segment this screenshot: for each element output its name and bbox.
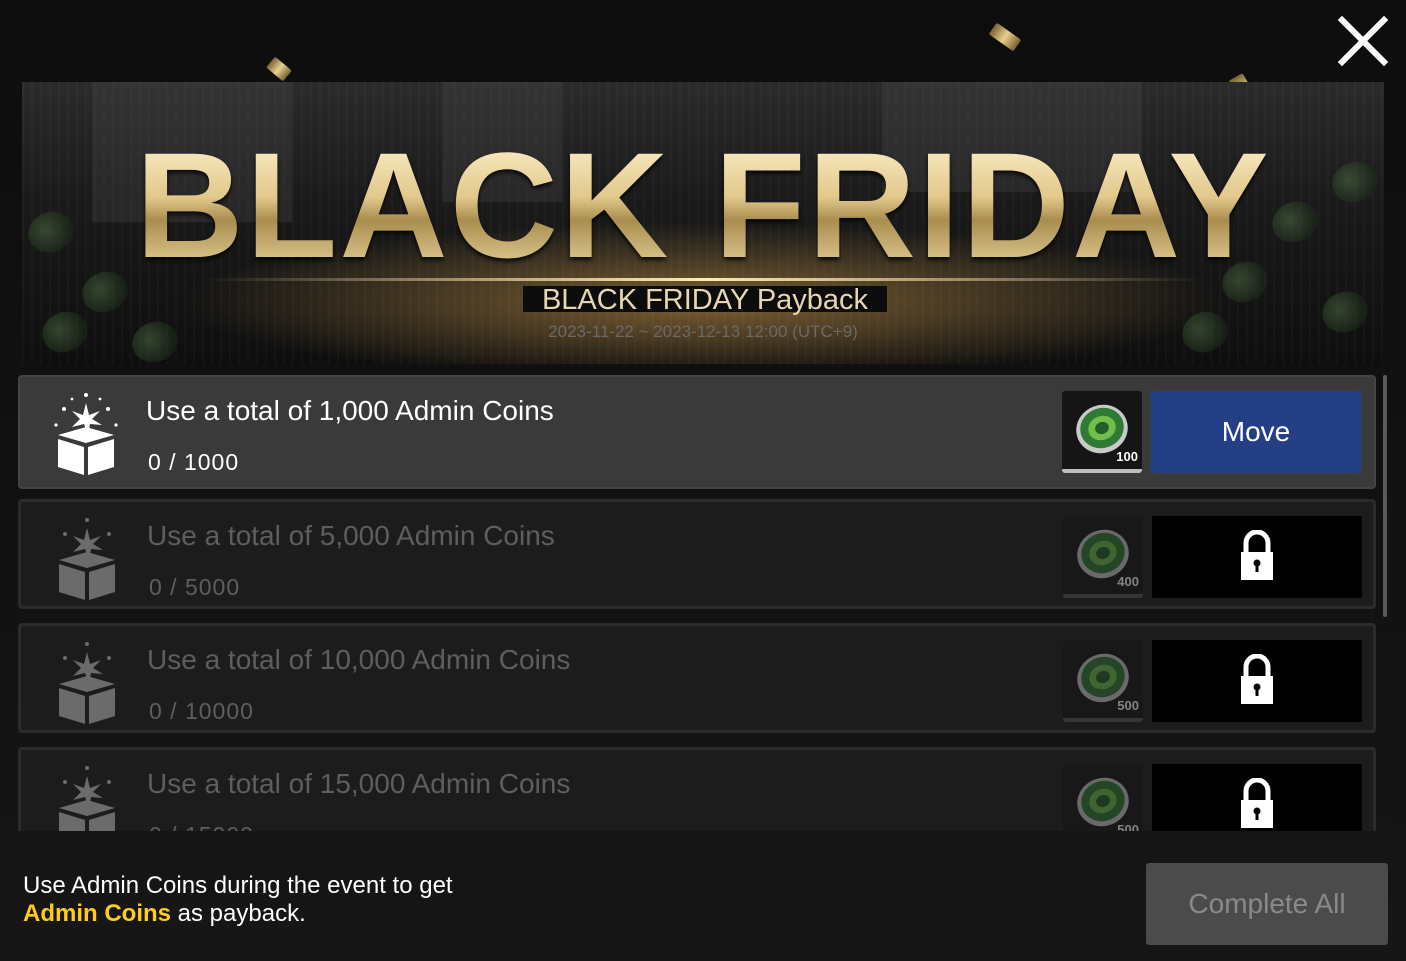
reward-item[interactable]: 100 [1062, 391, 1142, 473]
mission-row: Use a total of 1,000 Admin Coins 0 / 100… [18, 375, 1376, 489]
mission-progress: 0 / 5000 [149, 574, 241, 600]
reward-count: 100 [1116, 449, 1138, 464]
locked-action [1152, 640, 1362, 722]
banner-subtitle: BLACK FRIDAY Payback [523, 286, 887, 315]
confetti-decoration [266, 56, 292, 82]
mission-list-scrollbar[interactable] [1383, 375, 1387, 617]
reward-item[interactable]: 500 [1063, 764, 1143, 831]
reward-count: 500 [1117, 698, 1139, 713]
confetti-decoration [988, 22, 1022, 52]
mission-title: Use a total of 15,000 Admin Coins [147, 768, 571, 799]
reward-count: 500 [1117, 822, 1139, 831]
move-button[interactable]: Move [1151, 391, 1361, 473]
banner-glow-line [202, 278, 1202, 281]
locked-action [1152, 516, 1362, 598]
footer-line-1: Use Admin Coins during the event to get [23, 872, 453, 899]
reward-underline [1063, 718, 1143, 722]
mission-row: Use a total of 5,000 Admin Coins 0 / 500… [18, 499, 1376, 609]
footer-line-2: Admin Coins as payback. [23, 900, 453, 928]
event-banner: BLACK FRIDAY BLACK FRIDAY Payback 2023-1… [22, 82, 1384, 364]
mission-row: Use a total of 15,000 Admin Coins 0 / 15… [18, 747, 1376, 831]
footer-description: Use Admin Coins during the event to get … [23, 872, 453, 928]
mission-row: Use a total of 10,000 Admin Coins 0 / 10… [18, 623, 1376, 733]
event-popup: BLACK FRIDAY BLACK FRIDAY Payback 2023-1… [0, 0, 1406, 961]
complete-all-button[interactable]: Complete All [1146, 863, 1388, 945]
mission-progress: 0 / 15000 [149, 822, 254, 831]
reward-underline [1062, 469, 1142, 473]
locked-action [1152, 764, 1362, 831]
mission-title: Use a total of 1,000 Admin Coins [146, 395, 554, 426]
reward-item[interactable]: 400 [1063, 516, 1143, 598]
reward-count: 400 [1117, 574, 1139, 589]
gift-box-icon [43, 514, 131, 602]
mission-title: Use a total of 10,000 Admin Coins [147, 644, 571, 675]
lock-icon [1241, 778, 1273, 828]
banner-title: BLACK FRIDAY [22, 130, 1384, 280]
close-icon [1337, 15, 1389, 67]
footer-line-2-rest: as payback. [171, 900, 306, 927]
gift-box-icon [42, 389, 130, 477]
close-button[interactable] [1336, 14, 1390, 68]
lock-icon [1241, 654, 1273, 704]
event-period: 2023-11-22 ~ 2023-12-13 12:00 (UTC+9) [548, 322, 858, 341]
highlight-admin-coins: Admin Coins [23, 900, 171, 927]
mission-title: Use a total of 5,000 Admin Coins [147, 520, 555, 551]
reward-underline [1063, 594, 1143, 598]
mission-progress: 0 / 1000 [148, 449, 240, 475]
gift-box-icon [43, 638, 131, 726]
reward-item[interactable]: 500 [1063, 640, 1143, 722]
mission-list[interactable]: Use a total of 1,000 Admin Coins 0 / 100… [18, 375, 1380, 831]
mission-progress: 0 / 10000 [149, 698, 254, 724]
lock-icon [1241, 530, 1273, 580]
gift-box-icon [43, 762, 131, 831]
